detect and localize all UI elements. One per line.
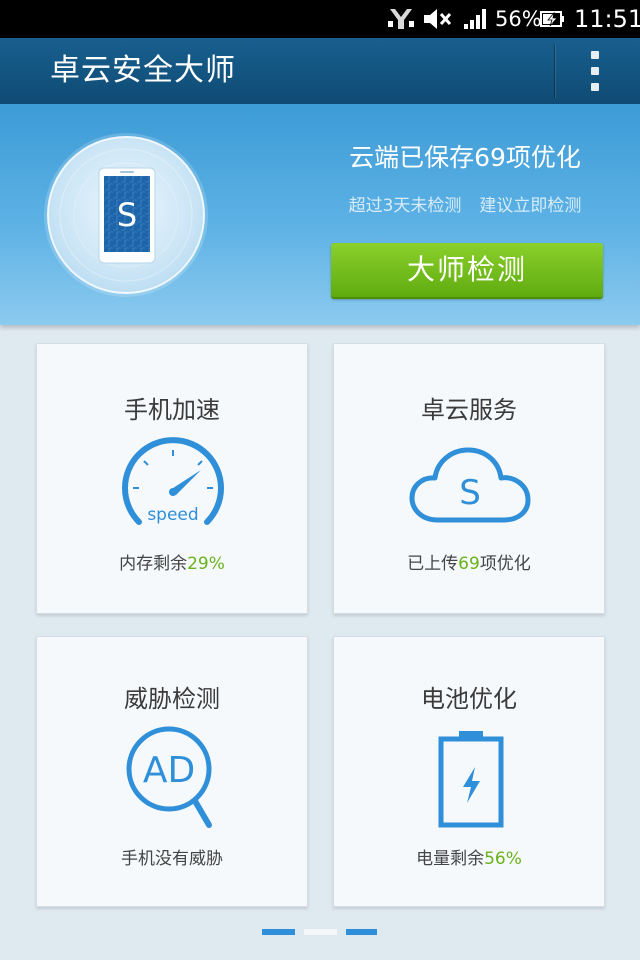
card-battery-optimize[interactable]: 电池优化 电量剩余56%	[333, 636, 605, 907]
cloud-letter: S	[459, 473, 481, 513]
card-status-prefix: 已上传	[407, 554, 459, 574]
card-status: 手机没有威胁	[121, 849, 223, 869]
title-bar: 卓云安全大师	[0, 38, 640, 104]
page-indicator-1[interactable]	[262, 929, 295, 935]
card-status-suffix: 项优化	[479, 554, 531, 574]
card-status-value: 56%	[484, 849, 522, 869]
card-title: 手机加速	[124, 396, 220, 424]
card-status: 电量剩余56%	[334, 844, 604, 869]
header-headline: 云端已保存69项优化	[349, 143, 581, 172]
master-scan-button[interactable]: 大师检测	[331, 243, 603, 299]
ad-label: AD	[143, 750, 195, 791]
signal-icon	[462, 0, 490, 38]
clock: 11:51	[574, 5, 640, 33]
cloud-icon: S	[409, 447, 531, 523]
card-cloud-service[interactable]: 卓云服务 S 已上传69项优化	[333, 343, 605, 614]
last-scan-note: 超过3天未检测	[348, 196, 462, 216]
overflow-menu-button[interactable]	[570, 38, 620, 104]
overflow-menu-dot	[591, 67, 599, 75]
phone-letter: S	[117, 196, 137, 234]
mute-icon	[422, 0, 452, 38]
card-status-prefix: 内存剩余	[119, 554, 188, 574]
scan-suggestion: 建议立即检测	[479, 196, 582, 216]
card-title: 卓云服务	[421, 396, 517, 424]
card-status: 内存剩余29%	[37, 549, 307, 574]
phone-status-badge[interactable]: S	[47, 136, 205, 294]
card-phone-speedup[interactable]: 手机加速 speed 内存剩余29%	[36, 343, 308, 614]
overflow-menu-icon	[591, 51, 599, 59]
overflow-menu-dot	[591, 83, 599, 91]
page-indicator-2[interactable]	[304, 929, 337, 935]
page-indicator-3[interactable]	[346, 929, 377, 935]
battery-icon	[540, 0, 566, 38]
card-status: 已上传69项优化	[334, 549, 604, 574]
ad-scan-icon: AD	[126, 726, 212, 828]
title-divider	[554, 44, 555, 98]
speed-label: speed	[147, 505, 198, 525]
card-title: 威胁检测	[124, 685, 220, 713]
scan-header-panel: S 云端已保存69项优化 超过3天未检测 建议立即检测 大师检测	[0, 104, 640, 325]
card-status-prefix: 电量剩余	[416, 849, 485, 869]
card-title: 电池优化	[421, 685, 517, 713]
status-bar: 56% 11:51	[0, 0, 640, 38]
notification-icon	[386, 0, 416, 38]
app-title: 卓云安全大师	[50, 53, 236, 88]
header-subtitle: 超过3天未检测 建议立即检测	[330, 191, 600, 216]
phone-icon: S	[59, 148, 193, 282]
card-status-value: 29%	[187, 554, 225, 574]
speedometer-icon: speed	[122, 437, 224, 525]
battery-percent: 56%	[495, 7, 542, 31]
card-threat-scan[interactable]: 威胁检测 AD 手机没有威胁	[36, 636, 308, 907]
battery-charging-icon	[438, 731, 504, 828]
card-status-value: 69	[458, 554, 480, 574]
